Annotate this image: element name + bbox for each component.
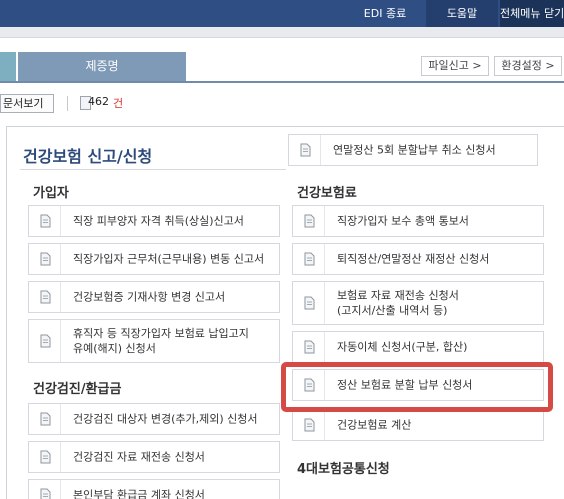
document-count: 462 [88,95,109,108]
title-divider [20,169,286,170]
form-item-premium-calculation[interactable]: 건강보험료 계산 [292,409,544,441]
form-item-label: 직장가입자 근무처(근무내용) 변동 신고서 [73,252,265,266]
form-item-label: 직장 피부양자 자격 취득(상실)신고서 [73,214,244,228]
form-item-resettlement[interactable]: 퇴직정산/연말정산 재정산 신청서 [292,243,544,275]
form-item-label: 휴직자 등 직장가입자 보험료 납입고지 유예(해지) 신청서 [73,327,249,355]
document-icon [293,206,325,236]
document-icon [29,206,61,236]
form-item-salary-total-notice[interactable]: 직장가입자 보수 총액 통보서 [292,205,544,237]
close-all-menus-button[interactable]: 전체메뉴 닫기 [500,0,564,27]
document-icon [293,332,325,362]
tab-previous[interactable] [0,52,16,81]
form-item-label: 건강검진 대상자 변경(추가,제외) 신청서 [73,412,258,426]
header-strip [0,27,564,38]
form-item-label: 직장가입자 보수 총액 통보서 [337,214,469,228]
document-count-unit: 건 [113,97,124,110]
document-icon [29,320,61,362]
form-item-label: 건강보험료 계산 [337,418,412,432]
form-item-card-change[interactable]: 건강보험증 기재사항 변경 신고서 [28,281,280,313]
document-icon [29,404,61,434]
section-health-premium: 건강보험료 [297,186,357,201]
form-item-premium-data-resend[interactable]: 보험료 자료 재전송 신청서 (고지서/산출 내역서 등) [292,281,544,325]
document-icon [293,244,325,274]
edi-end-button[interactable]: EDI 종료 [350,0,420,27]
tab-row: 제증명 파일신고 > 환경설정 > [0,52,564,83]
form-item-label: 건강보험증 기재사항 변경 신고서 [73,290,226,304]
document-icon [29,442,61,472]
settings-button[interactable]: 환경설정 > [494,56,562,76]
form-item-label: 건강검진 자료 재전송 신청서 [73,450,205,464]
section-four-insurance: 4대보험공통신청 [297,462,390,477]
form-item-label: 연말정산 5회 분할납부 취소 신청서 [333,143,496,157]
form-item-checkup-target-change[interactable]: 건강검진 대상자 변경(추가,제외) 신청서 [28,403,280,435]
form-item-label: 자동이체 신청서(구분, 합산) [337,340,468,354]
file-report-button[interactable]: 파일신고 > [421,56,489,76]
form-item-refund-account[interactable]: 본인부담 환급금 계좌 신청서 [28,479,280,499]
form-item-dependent-qualification[interactable]: 직장 피부양자 자격 취득(상실)신고서 [28,205,280,237]
form-item-label: 본인부담 환급금 계좌 신청서 [73,488,205,499]
toolbar-divider [67,96,68,111]
form-item-label: 보험료 자료 재전송 신청서 (고지서/산출 내역서 등) [337,289,459,317]
form-item-year-end-installment-cancel[interactable]: 연말정산 5회 분할납부 취소 신청서 [288,134,538,166]
top-bar: EDI 종료 도움말 전체메뉴 닫기 [0,0,564,27]
document-icon [29,282,61,312]
document-icon [293,282,325,324]
form-item-auto-transfer[interactable]: 자동이체 신청서(구분, 합산) [292,331,544,363]
tab-certificates[interactable]: 제증명 [18,52,186,81]
form-item-leave-deferral[interactable]: 휴직자 등 직장가입자 보험료 납입고지 유예(해지) 신청서 [28,319,280,363]
help-button[interactable]: 도움말 [426,0,498,27]
section-checkup-refund: 건강검진/환급금 [33,382,122,397]
highlight-frame [281,362,553,412]
document-icon [29,244,61,274]
section-subscriber: 가입자 [33,186,69,201]
document-icon [289,135,321,165]
view-documents-button[interactable]: 문서보기 [0,94,54,113]
form-item-checkup-resend[interactable]: 건강검진 자료 재전송 신청서 [28,441,280,473]
form-item-label: 퇴직정산/연말정산 재정산 신청서 [337,252,490,266]
document-icon [293,410,325,440]
panel-title: 건강보험 신고/신청 [23,147,153,166]
document-icon [29,480,61,499]
form-item-workplace-change[interactable]: 직장가입자 근무처(근무내용) 변동 신고서 [28,243,280,275]
